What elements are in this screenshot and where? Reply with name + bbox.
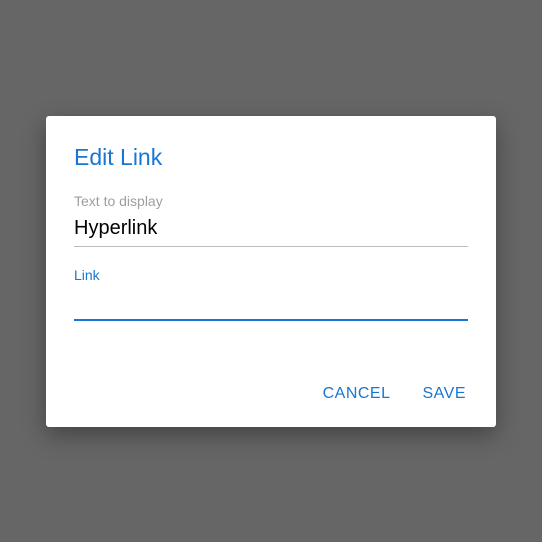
- dialog-actions: CANCEL SAVE: [74, 371, 468, 409]
- text-to-display-input[interactable]: [74, 215, 468, 247]
- cancel-button[interactable]: CANCEL: [321, 379, 393, 409]
- save-button[interactable]: SAVE: [421, 379, 469, 409]
- link-input[interactable]: [74, 289, 468, 321]
- link-label: Link: [74, 267, 468, 283]
- text-to-display-field: Text to display: [74, 193, 468, 247]
- link-field: Link: [74, 267, 468, 321]
- dialog-title: Edit Link: [74, 144, 468, 171]
- text-to-display-label: Text to display: [74, 193, 468, 209]
- edit-link-dialog: Edit Link Text to display Link CANCEL SA…: [46, 116, 496, 427]
